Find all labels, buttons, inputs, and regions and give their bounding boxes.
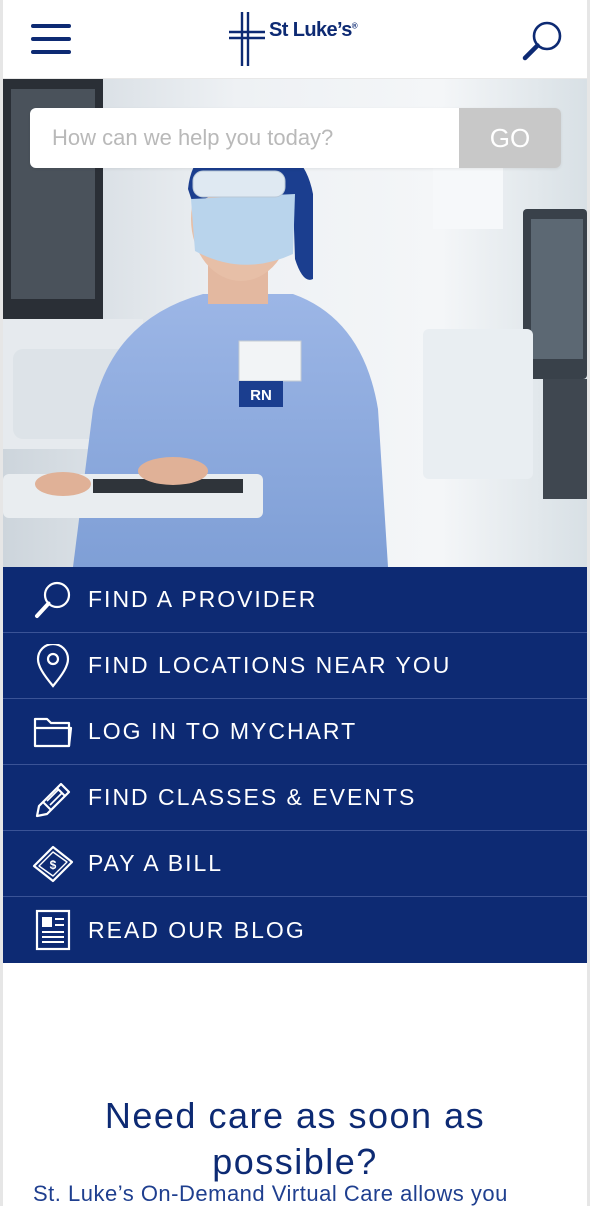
virtual-care-promo: Need care as soon as possible? St. Luke’…	[3, 963, 587, 1206]
promo-title: Need care as soon as possible?	[104, 1094, 486, 1182]
pay-a-bill-link[interactable]: $ PAY A BILL	[3, 831, 587, 897]
hero-banner: RN GO	[3, 79, 587, 567]
hamburger-menu-button[interactable]	[29, 20, 73, 58]
rn-badge-text: RN	[250, 387, 272, 404]
site-search-bar: GO	[30, 108, 561, 168]
svg-text:$: $	[50, 858, 57, 872]
registered-mark: ®	[351, 20, 358, 30]
link-label: FIND A PROVIDER	[88, 586, 318, 612]
money-bill-icon: $	[32, 845, 74, 882]
map-pin-icon	[36, 643, 70, 688]
find-locations-link[interactable]: FIND LOCATIONS NEAR YOU	[3, 633, 587, 699]
read-our-blog-link[interactable]: READ OUR BLOG	[3, 897, 587, 963]
promo-body-text: St. Luke’s On-Demand Virtual Care allows…	[33, 1181, 508, 1206]
site-header: St Luke’s®	[3, 0, 587, 79]
link-label: LOG IN TO MYCHART	[88, 718, 358, 744]
newspaper-icon	[35, 909, 71, 951]
link-label: PAY A BILL	[88, 850, 224, 876]
cross-logo-icon	[229, 12, 265, 66]
go-button[interactable]: GO	[459, 108, 561, 168]
header-search-button[interactable]	[519, 18, 567, 62]
pencil-icon	[35, 782, 71, 817]
link-label: FIND LOCATIONS NEAR YOU	[88, 652, 452, 678]
magnifier-icon	[35, 581, 71, 618]
logo-text: St Luke’s	[269, 18, 352, 41]
find-classes-events-link[interactable]: FIND CLASSES & EVENTS	[3, 765, 587, 831]
find-a-provider-link[interactable]: FIND A PROVIDER	[3, 567, 587, 633]
site-search-input[interactable]	[30, 108, 459, 168]
page: St Luke’s® RN How can we help you today?…	[0, 0, 590, 1206]
magnifier-icon	[522, 21, 562, 61]
link-label: FIND CLASSES & EVENTS	[88, 784, 417, 810]
hamburger-menu-icon	[31, 24, 71, 28]
quick-links-menu: FIND A PROVIDER FIND LOCATIONS NEAR YOU …	[3, 567, 587, 963]
log-in-to-mychart-link[interactable]: LOG IN TO MYCHART	[3, 699, 587, 765]
st-lukes-logo[interactable]: St Luke’s®	[227, 8, 377, 70]
folder-icon	[33, 717, 73, 747]
link-label: READ OUR BLOG	[88, 916, 306, 943]
